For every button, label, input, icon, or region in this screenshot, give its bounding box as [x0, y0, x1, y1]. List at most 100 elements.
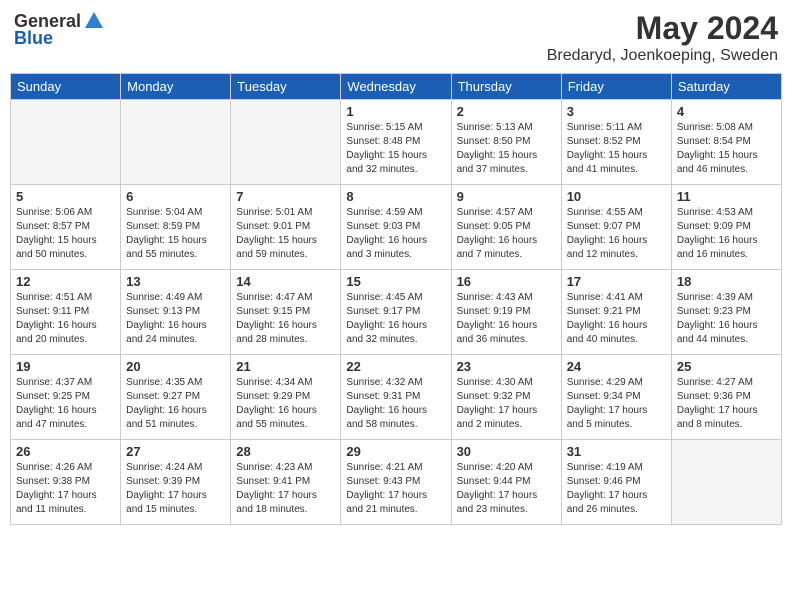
day-number: 14 — [236, 274, 335, 289]
table-row: 20 Sunrise: 4:35 AMSunset: 9:27 PMDayligh… — [121, 355, 231, 440]
day-number: 21 — [236, 359, 335, 374]
day-number: 16 — [457, 274, 556, 289]
day-info: Sunrise: 4:53 AMSunset: 9:09 PMDaylight:… — [677, 206, 776, 262]
day-info: Sunrise: 4:20 AMSunset: 9:44 PMDaylight:… — [457, 461, 556, 517]
table-row: 18 Sunrise: 4:39 AMSunset: 9:23 PMDayligh… — [671, 270, 781, 355]
table-row: 3Sunrise: 5:11 AMSunset: 8:52 PMDaylight… — [561, 100, 671, 185]
day-info: Sunrise: 5:15 AMSunset: 8:48 PMDaylight:… — [346, 121, 445, 177]
day-info: Sunrise: 5:08 AMSunset: 8:54 PMDaylight:… — [677, 121, 776, 177]
calendar-week-row: 26Sunrise: 4:26 AMSunset: 9:38 PMDayligh… — [11, 440, 782, 525]
day-info: Sunrise: 4:37 AMSunset: 9:25 PMDaylight:… — [16, 376, 115, 432]
table-row: 7Sunrise: 5:01 AMSunset: 9:01 PMDaylight… — [231, 185, 341, 270]
day-info: Sunrise: 4:43 AMSunset: 9:19 PMDaylight:… — [457, 291, 556, 347]
day-number: 31 — [567, 444, 666, 459]
header-wednesday: Wednesday — [341, 74, 451, 100]
table-row — [231, 100, 341, 185]
day-info: Sunrise: 4:57 AMSunset: 9:05 PMDaylight:… — [457, 206, 556, 262]
day-info: Sunrise: 4:24 AMSunset: 9:39 PMDaylight:… — [126, 461, 225, 517]
table-row: 19 Sunrise: 4:37 AMSunset: 9:25 PMDayligh… — [11, 355, 121, 440]
table-row: 13Sunrise: 4:49 AMSunset: 9:13 PMDayligh… — [121, 270, 231, 355]
day-info: Sunrise: 4:27 AMSunset: 9:36 PMDaylight:… — [677, 376, 776, 432]
day-info: Sunrise: 4:19 AMSunset: 9:46 PMDaylight:… — [567, 461, 666, 517]
day-info: Sunrise: 4:23 AMSunset: 9:41 PMDaylight:… — [236, 461, 335, 517]
day-number: 4 — [677, 104, 776, 119]
calendar-table: Sunday Monday Tuesday Wednesday Thursday… — [10, 73, 782, 525]
day-info: Sunrise: 4:29 AMSunset: 9:34 PMDaylight:… — [567, 376, 666, 432]
header-tuesday: Tuesday — [231, 74, 341, 100]
table-row: 9 Sunrise: 4:57 AMSunset: 9:05 PMDaylight… — [451, 185, 561, 270]
table-row: 26Sunrise: 4:26 AMSunset: 9:38 PMDayligh… — [11, 440, 121, 525]
day-number: 22 — [346, 359, 445, 374]
table-row: 8 Sunrise: 4:59 AMSunset: 9:03 PMDaylight… — [341, 185, 451, 270]
logo-icon — [83, 10, 105, 32]
weekday-header-row: Sunday Monday Tuesday Wednesday Thursday… — [11, 74, 782, 100]
day-number: 18 — [677, 274, 776, 289]
day-number: 1 — [346, 104, 445, 119]
calendar-week-row: 12Sunrise: 4:51 AMSunset: 9:11 PMDayligh… — [11, 270, 782, 355]
calendar-week-row: 19 Sunrise: 4:37 AMSunset: 9:25 PMDayligh… — [11, 355, 782, 440]
logo-blue: Blue — [14, 28, 53, 49]
day-number: 5 — [16, 189, 115, 204]
day-number: 19 — [16, 359, 115, 374]
logo: General Blue — [14, 10, 105, 49]
day-number: 24 — [567, 359, 666, 374]
day-info: Sunrise: 5:13 AMSunset: 8:50 PMDaylight:… — [457, 121, 556, 177]
table-row: 21Sunrise: 4:34 AMSunset: 9:29 PMDayligh… — [231, 355, 341, 440]
table-row: 2 Sunrise: 5:13 AMSunset: 8:50 PMDaylight… — [451, 100, 561, 185]
page-header: General Blue May 2024 Bredaryd, Joenkoep… — [10, 10, 782, 65]
table-row: 23 Sunrise: 4:30 AMSunset: 9:32 PMDayligh… — [451, 355, 561, 440]
table-row — [11, 100, 121, 185]
header-sunday: Sunday — [11, 74, 121, 100]
table-row: 15Sunrise: 4:45 AMSunset: 9:17 PMDayligh… — [341, 270, 451, 355]
day-info: Sunrise: 5:06 AMSunset: 8:57 PMDaylight:… — [16, 206, 115, 262]
table-row: 10Sunrise: 4:55 AMSunset: 9:07 PMDayligh… — [561, 185, 671, 270]
calendar-week-row: 5 Sunrise: 5:06 AMSunset: 8:57 PMDaylight… — [11, 185, 782, 270]
day-info: Sunrise: 4:59 AMSunset: 9:03 PMDaylight:… — [346, 206, 445, 262]
day-info: Sunrise: 4:35 AMSunset: 9:27 PMDaylight:… — [126, 376, 225, 432]
day-info: Sunrise: 4:32 AMSunset: 9:31 PMDaylight:… — [346, 376, 445, 432]
table-row: 31 Sunrise: 4:19 AMSunset: 9:46 PMDayligh… — [561, 440, 671, 525]
day-number: 27 — [126, 444, 225, 459]
day-info: Sunrise: 4:39 AMSunset: 9:23 PMDaylight:… — [677, 291, 776, 347]
day-number: 2 — [457, 104, 556, 119]
day-number: 6 — [126, 189, 225, 204]
day-info: Sunrise: 4:30 AMSunset: 9:32 PMDaylight:… — [457, 376, 556, 432]
table-row: 17Sunrise: 4:41 AMSunset: 9:21 PMDayligh… — [561, 270, 671, 355]
calendar-week-row: 1 Sunrise: 5:15 AMSunset: 8:48 PMDaylight… — [11, 100, 782, 185]
table-row: 28 Sunrise: 4:23 AMSunset: 9:41 PMDayligh… — [231, 440, 341, 525]
table-row: 16 Sunrise: 4:43 AMSunset: 9:19 PMDayligh… — [451, 270, 561, 355]
day-info: Sunrise: 4:51 AMSunset: 9:11 PMDaylight:… — [16, 291, 115, 347]
table-row: 14Sunrise: 4:47 AMSunset: 9:15 PMDayligh… — [231, 270, 341, 355]
table-row: 27 Sunrise: 4:24 AMSunset: 9:39 PMDayligh… — [121, 440, 231, 525]
table-row: 4 Sunrise: 5:08 AMSunset: 8:54 PMDaylight… — [671, 100, 781, 185]
table-row: 24 Sunrise: 4:29 AMSunset: 9:34 PMDayligh… — [561, 355, 671, 440]
day-number: 8 — [346, 189, 445, 204]
day-number: 26 — [16, 444, 115, 459]
day-number: 3 — [567, 104, 666, 119]
day-number: 29 — [346, 444, 445, 459]
day-info: Sunrise: 4:45 AMSunset: 9:17 PMDaylight:… — [346, 291, 445, 347]
table-row: 22 Sunrise: 4:32 AMSunset: 9:31 PMDayligh… — [341, 355, 451, 440]
day-number: 30 — [457, 444, 556, 459]
day-number: 23 — [457, 359, 556, 374]
title-section: May 2024 Bredaryd, Joenkoeping, Sweden — [547, 10, 778, 65]
month-year-title: May 2024 — [547, 10, 778, 47]
day-number: 7 — [236, 189, 335, 204]
header-friday: Friday — [561, 74, 671, 100]
table-row: 30 Sunrise: 4:20 AMSunset: 9:44 PMDayligh… — [451, 440, 561, 525]
table-row — [671, 440, 781, 525]
day-number: 28 — [236, 444, 335, 459]
table-row — [121, 100, 231, 185]
day-number: 17 — [567, 274, 666, 289]
header-thursday: Thursday — [451, 74, 561, 100]
day-number: 9 — [457, 189, 556, 204]
table-row: 25 Sunrise: 4:27 AMSunset: 9:36 PMDayligh… — [671, 355, 781, 440]
location-subtitle: Bredaryd, Joenkoeping, Sweden — [547, 47, 778, 65]
header-monday: Monday — [121, 74, 231, 100]
day-info: Sunrise: 4:55 AMSunset: 9:07 PMDaylight:… — [567, 206, 666, 262]
day-number: 20 — [126, 359, 225, 374]
day-info: Sunrise: 5:04 AMSunset: 8:59 PMDaylight:… — [126, 206, 225, 262]
table-row: 11Sunrise: 4:53 AMSunset: 9:09 PMDayligh… — [671, 185, 781, 270]
day-number: 25 — [677, 359, 776, 374]
table-row: 12Sunrise: 4:51 AMSunset: 9:11 PMDayligh… — [11, 270, 121, 355]
